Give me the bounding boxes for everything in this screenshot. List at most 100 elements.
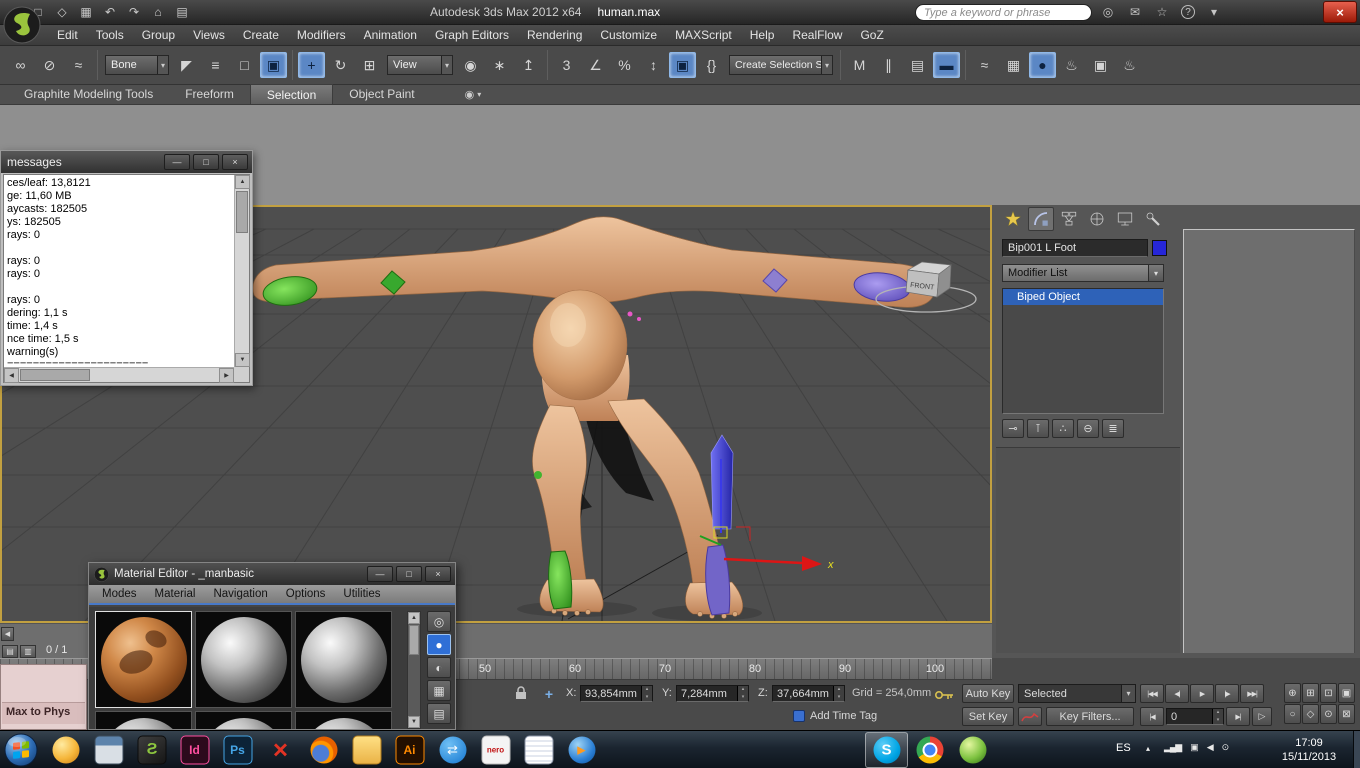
selection-region-icon[interactable]: □ [231,52,258,78]
menu-item[interactable]: Views [184,26,234,44]
maximize-viewport-icon[interactable]: ⊠ [1338,704,1355,724]
bone-dropdown[interactable]: Bone ▾ [105,55,169,75]
menu-item[interactable]: RealFlow [783,26,851,44]
key-filters-curve-icon[interactable] [1018,707,1042,726]
signal-bars-icon[interactable]: ▂▄▆ [1164,742,1182,753]
next-key-button[interactable]: ▶| [1226,707,1250,726]
object-color-swatch[interactable] [1152,240,1167,256]
orbit-icon[interactable]: ⊙ [1320,704,1337,724]
object-name-field[interactable]: Bip001 L Foot [1002,239,1148,257]
menu-item[interactable]: Edit [48,26,87,44]
previous-key-button[interactable]: |◀ [1140,707,1164,726]
project-folder-icon[interactable]: ⌂ [150,3,166,20]
tab-object-paint[interactable]: Object Paint [333,84,430,104]
backlight-icon[interactable]: ◐ [427,657,451,678]
material-slot[interactable] [295,711,392,729]
selection-set-dropdown[interactable]: Create Selection Se ▾ [729,55,833,75]
ribbon-config-icon[interactable]: ◉ ▾ [465,84,482,104]
pan-icon[interactable]: ◇ [1302,704,1319,724]
curve-editor-icon[interactable]: ≈ [971,52,998,78]
modifier-stack[interactable]: Biped Object [1002,288,1164,414]
right-foot-bone[interactable] [705,544,731,616]
show-end-result-icon[interactable]: ⊺ [1027,419,1049,438]
photoshop-icon[interactable]: Ps [216,732,259,768]
menu-item[interactable]: Group [133,26,184,44]
zoom-extents-icon[interactable]: ⊡ [1320,683,1337,703]
sample-type-icon[interactable]: ◎ [427,611,451,632]
z-coordinate-field[interactable]: 37,664mm ▴ ▾ [772,685,845,702]
hidden-icons-chevron[interactable]: ▴ [1146,744,1150,753]
motion-tab-icon[interactable] [1084,207,1110,231]
select-and-link-icon[interactable]: ∞ [7,52,34,78]
select-by-name-icon[interactable]: ≡ [202,52,229,78]
menu-item[interactable]: Rendering [518,26,591,44]
horizontal-scrollbar[interactable]: ◀ ▶ [4,367,234,383]
next-frame-button[interactable]: |▶ [1215,684,1239,703]
start-button[interactable] [4,733,38,767]
snaps-toggle-3d-icon[interactable]: 3 [553,52,580,78]
vertical-scrollbar[interactable]: ▲ ▼ [234,175,250,367]
select-object-icon[interactable]: ◤ [173,52,200,78]
show-desktop-button[interactable] [1353,731,1360,768]
menu-item[interactable]: Animation [355,26,426,44]
options-icon[interactable]: ▤ [427,703,451,724]
max-logo-icon[interactable] [3,6,41,44]
select-and-scale-icon[interactable]: ⊞ [356,52,383,78]
time-slider-value[interactable]: 0 / 1 [46,644,67,656]
notepad-icon[interactable] [517,732,560,768]
media-player-icon[interactable]: ▶ [560,732,603,768]
modifier-list-dropdown[interactable]: Modifier List ▾ [1002,264,1164,282]
minimize-button[interactable]: — [367,566,393,582]
schematic-view-icon[interactable]: ▦ [1000,52,1027,78]
menu-item[interactable]: Modifiers [288,26,355,44]
key-mode-toggle[interactable]: ▷ [1252,707,1272,726]
tab-graphite-modeling-tools[interactable]: Graphite Modeling Tools [8,84,169,104]
red-x-app-icon[interactable]: × [259,732,302,768]
render-setup-icon[interactable]: ♨ [1058,52,1085,78]
green-orb-app-icon[interactable] [951,732,994,768]
go-to-end-button[interactable]: ▶▶| [1240,684,1264,703]
hierarchy-tab-icon[interactable] [1056,207,1082,231]
volume-icon[interactable]: ◀ [1207,742,1214,753]
sample-scrollbar[interactable]: ▲ ▼ [407,611,421,729]
minimize-button[interactable]: — [164,154,190,170]
material-slot[interactable] [95,711,192,729]
material-slot[interactable] [95,611,192,708]
current-frame-field[interactable]: 0 ▴ ▾ [1166,708,1224,725]
close-icon[interactable]: × [222,154,248,170]
reference-coordinate-dropdown[interactable]: View ▾ [387,55,453,75]
nero-icon[interactable]: nero [474,732,517,768]
unlink-selection-icon[interactable]: ⊘ [36,52,63,78]
favorites-icon[interactable]: ☆ [1154,4,1170,20]
select-and-manipulate-icon[interactable]: ∗ [486,52,513,78]
menu-item[interactable]: Create [234,26,288,44]
make-unique-icon[interactable]: ∴ [1052,419,1074,438]
undo-icon[interactable]: ↶ [102,3,118,20]
taskbar-clock[interactable]: 17:09 15/11/2013 [1268,736,1350,764]
network-icon[interactable]: ⊙ [1222,742,1229,753]
spinner[interactable]: ▴ ▾ [641,686,652,701]
material-menu-item[interactable]: Utilities [334,588,389,600]
indesign-icon[interactable]: Id [173,732,216,768]
layer-manager-icon[interactable]: ▤ [904,52,931,78]
scene-options-icon[interactable]: ▤ [174,3,190,20]
bind-to-spacewarp-icon[interactable]: ≈ [65,52,92,78]
lock-selection-icon[interactable] [514,685,528,706]
go-to-start-button[interactable]: |◀◀ [1140,684,1164,703]
search-input[interactable] [915,4,1092,21]
align-icon[interactable]: ∥ [875,52,902,78]
tab-freeform[interactable]: Freeform [169,84,250,104]
menu-item[interactable]: Customize [591,26,666,44]
calculator-icon[interactable] [87,732,130,768]
configure-modifier-sets-icon[interactable]: ≣ [1102,419,1124,438]
spinner[interactable]: ▴ ▾ [1212,709,1223,724]
messages-titlebar[interactable]: messages — □ × [1,151,252,173]
material-menu-item[interactable]: Navigation [204,588,276,600]
teamviewer-icon[interactable]: ⇄ [431,732,474,768]
window-crossing-icon[interactable]: ▣ [260,52,287,78]
material-slot[interactable] [195,611,292,708]
material-slot[interactable] [195,711,292,729]
auto-key-button[interactable]: Auto Key [962,684,1014,703]
max-to-phys-window[interactable]: Max to Phys [0,664,87,730]
keyboard-override-icon[interactable]: ↥ [515,52,542,78]
